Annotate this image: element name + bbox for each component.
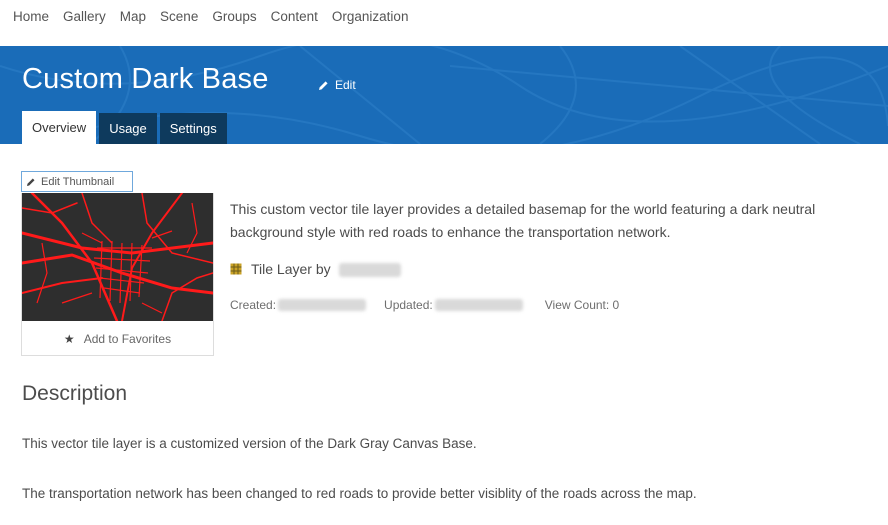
star-icon: ★ bbox=[63, 332, 75, 346]
pencil-icon bbox=[319, 80, 328, 90]
tab-usage[interactable]: Usage bbox=[99, 113, 157, 144]
item-summary: This custom vector tile layer provides a… bbox=[230, 201, 816, 240]
edit-thumbnail-button[interactable]: Edit Thumbnail bbox=[21, 171, 133, 192]
description-paragraph: This vector tile layer is a customized v… bbox=[22, 436, 477, 451]
nav-organization[interactable]: Organization bbox=[332, 9, 409, 24]
page-title: Custom Dark Base bbox=[22, 63, 269, 95]
item-metadata: Created: Updated: View Count: 0 bbox=[230, 298, 619, 312]
pencil-icon bbox=[27, 178, 35, 186]
item-banner: Custom Dark Base Edit Overview Usage Set… bbox=[0, 46, 888, 144]
add-to-favorites-button[interactable]: ★ Add to Favorites bbox=[22, 325, 213, 353]
owner-link[interactable] bbox=[338, 261, 401, 278]
edit-title-button[interactable]: Edit bbox=[318, 78, 356, 92]
item-type: Tile Layer by bbox=[230, 261, 401, 278]
view-count: View Count: 0 bbox=[544, 298, 620, 312]
nav-gallery[interactable]: Gallery bbox=[63, 9, 106, 24]
thumbnail-image bbox=[22, 193, 213, 321]
created-label: Created: bbox=[230, 298, 277, 312]
item-tabs: Overview Usage Settings bbox=[22, 111, 230, 144]
red-roads-map bbox=[22, 193, 213, 321]
thumbnail-card: ★ Add to Favorites bbox=[21, 193, 214, 356]
nav-scene[interactable]: Scene bbox=[160, 9, 198, 24]
nav-map[interactable]: Map bbox=[120, 9, 146, 24]
edit-label: Edit bbox=[335, 78, 356, 92]
owner-name-redacted bbox=[338, 263, 401, 278]
tab-overview[interactable]: Overview bbox=[22, 111, 97, 144]
description-heading: Description bbox=[22, 382, 128, 405]
edit-thumbnail-label: Edit Thumbnail bbox=[41, 175, 115, 188]
nav-groups[interactable]: Groups bbox=[212, 9, 256, 24]
top-nav: Home Gallery Map Scene Groups Content Or… bbox=[0, 0, 888, 32]
updated-date-redacted bbox=[434, 299, 523, 311]
tile-layer-icon bbox=[230, 263, 242, 275]
updated-label: Updated: bbox=[384, 298, 433, 312]
created-date-redacted bbox=[278, 299, 367, 311]
tab-settings[interactable]: Settings bbox=[159, 113, 227, 144]
description-paragraph: The transportation network has been chan… bbox=[22, 486, 697, 501]
nav-content[interactable]: Content bbox=[271, 9, 318, 24]
favorites-label: Add to Favorites bbox=[83, 332, 172, 346]
item-type-label: Tile Layer by bbox=[251, 261, 331, 278]
nav-home[interactable]: Home bbox=[13, 9, 49, 24]
